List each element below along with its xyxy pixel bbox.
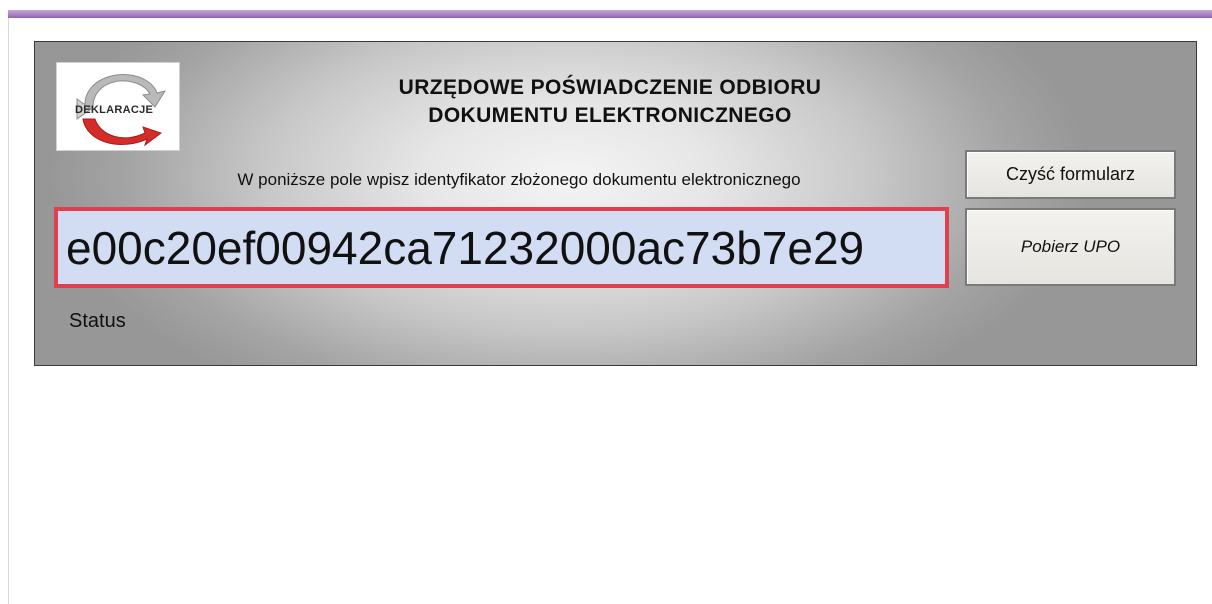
clear-form-button[interactable]: Czyść formularz	[965, 150, 1176, 199]
status-label: Status	[69, 310, 126, 332]
page-left-edge	[8, 18, 9, 604]
title-line-2: DOKUMENTU ELEKTRONICZNEGO	[428, 104, 792, 127]
document-id-input[interactable]	[54, 207, 949, 288]
purple-accent-bar	[8, 10, 1212, 18]
page-title: URZĘDOWE POŚWIADCZENIE ODBIORU DOKUMENTU…	[335, 74, 885, 130]
instruction-text: W poniższe pole wpisz identyfikator złoż…	[237, 170, 801, 189]
top-decorative-stripe	[0, 0, 1212, 22]
logo-text: DEKLARACJE	[75, 104, 153, 116]
get-upo-button[interactable]: Pobierz UPO	[965, 208, 1176, 286]
e-deklaracje-logo: DEKLARACJE	[56, 62, 180, 151]
upo-form-panel: DEKLARACJE URZĘDOWE POŚWIADCZENIE ODBIOR…	[34, 41, 1197, 366]
title-line-1: URZĘDOWE POŚWIADCZENIE ODBIORU	[398, 76, 822, 99]
e-deklaracje-logo-icon: DEKLARACJE	[75, 74, 167, 147]
